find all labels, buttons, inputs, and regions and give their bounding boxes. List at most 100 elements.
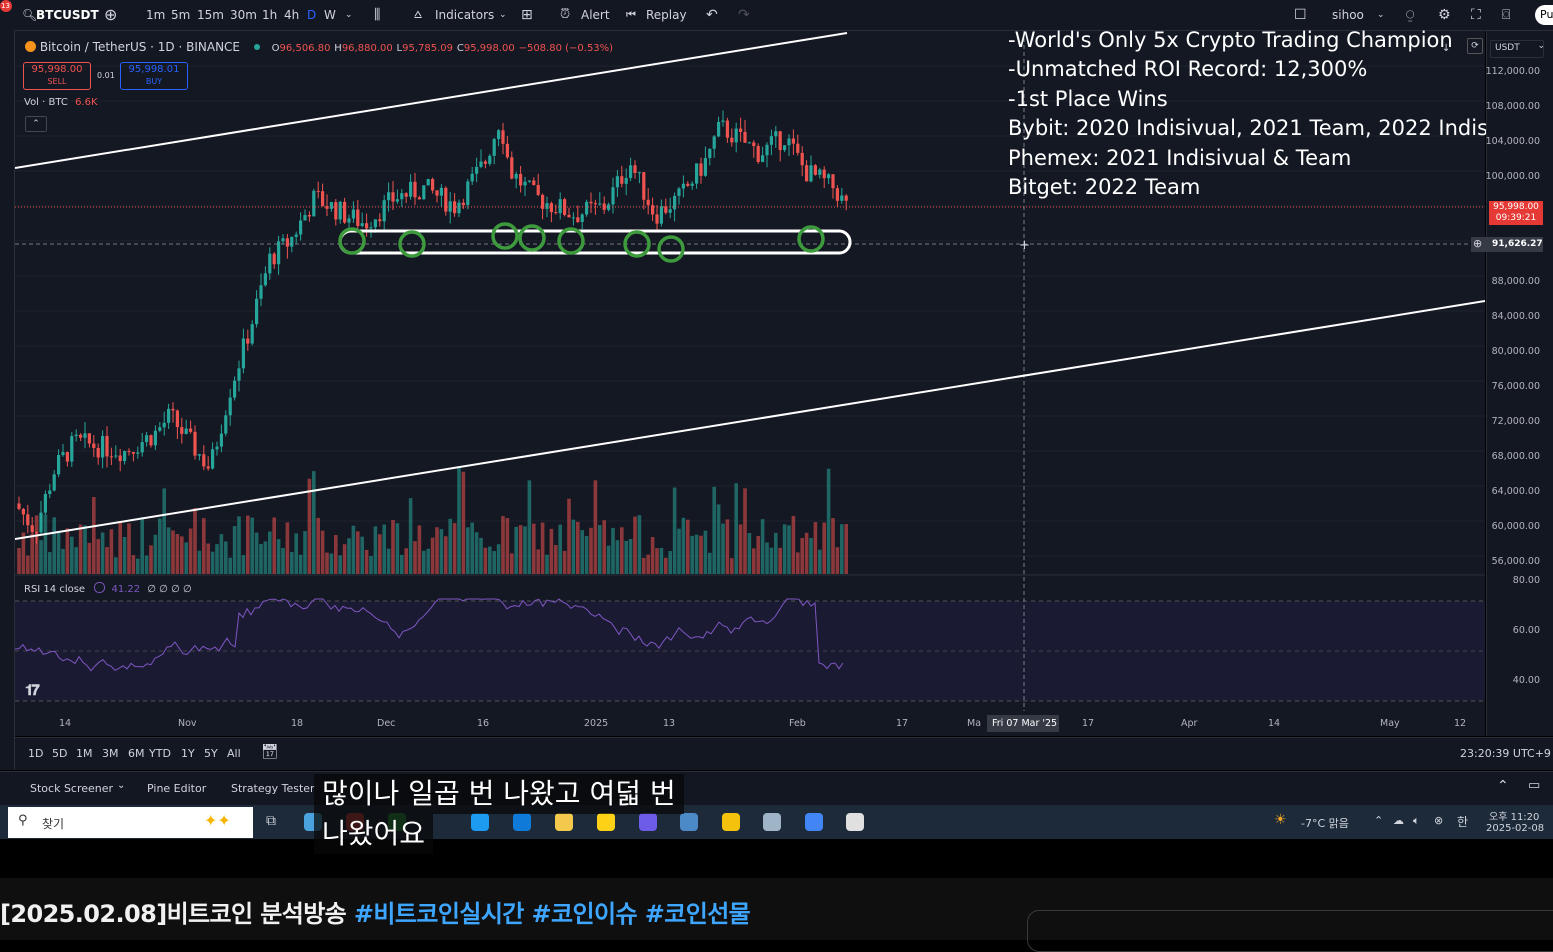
volume-bar bbox=[382, 524, 386, 574]
interval-d[interactable]: D bbox=[307, 0, 316, 30]
range-button[interactable]: 1D bbox=[28, 747, 43, 760]
volume-bar bbox=[17, 548, 21, 574]
collapse-panel-icon[interactable]: ⌃ bbox=[1497, 778, 1509, 794]
volume-bar bbox=[642, 557, 646, 574]
weather-text[interactable]: -7°C 맑음 bbox=[1301, 815, 1349, 831]
range-button[interactable]: 5Y bbox=[204, 747, 218, 760]
volume-bar bbox=[694, 534, 699, 574]
tray-chevron-icon[interactable]: ⌃ bbox=[1374, 814, 1383, 827]
price-tick: 112,000.00 bbox=[1485, 66, 1540, 77]
candle-body bbox=[668, 209, 672, 213]
volume-bar bbox=[505, 518, 510, 574]
range-button[interactable]: 3M bbox=[102, 747, 119, 760]
maximize-panel-icon[interactable]: ▭ bbox=[1528, 778, 1540, 793]
interval-w[interactable]: W bbox=[324, 0, 336, 30]
tab-strategy-tester[interactable]: Strategy Tester bbox=[231, 782, 315, 795]
volume-bar bbox=[87, 542, 92, 574]
volume-bar bbox=[303, 531, 307, 574]
scroll-down-icon[interactable]: ↓ bbox=[1442, 43, 1450, 54]
collapse-legend-icon[interactable]: ⌃ bbox=[25, 116, 47, 132]
range-button[interactable]: All bbox=[227, 747, 241, 760]
tab-stock-screener[interactable]: Stock Screener bbox=[30, 782, 113, 795]
chevron-down-icon[interactable]: ⌄ bbox=[117, 780, 125, 791]
add-symbol-icon[interactable]: ⊕ bbox=[104, 0, 117, 30]
price-axis[interactable]: USDT ⌄ 112,000.00 108,000.00 104,000.00 100… bbox=[1471, 31, 1553, 736]
range-button[interactable]: YTD bbox=[149, 747, 171, 760]
volume-bar bbox=[118, 521, 122, 574]
rsi-label[interactable]: RSI 14 close bbox=[24, 584, 85, 595]
interval-1h[interactable]: 1h bbox=[262, 0, 277, 30]
interval-15m[interactable]: 15m bbox=[197, 0, 224, 30]
candle-body bbox=[48, 490, 52, 494]
price-tick: 88,000.00 bbox=[1491, 276, 1540, 287]
candle-body bbox=[783, 145, 787, 151]
video-hashtags[interactable]: #비트코인실시간 #코인이슈 #코인선물 bbox=[354, 900, 751, 928]
range-button[interactable]: 1Y bbox=[181, 747, 195, 760]
symbol-title[interactable]: Bitcoin / TetherUS · 1D · BINANCE bbox=[40, 40, 240, 54]
video-title: [2025.02.08]비트코인 분석방송 #비트코인실시간 #코인이슈 #코인… bbox=[0, 894, 751, 929]
volume-bar bbox=[435, 527, 439, 574]
taskbar-date[interactable]: 2025-02-08 bbox=[1486, 823, 1544, 834]
candle-body bbox=[96, 447, 100, 458]
replay-button[interactable]: Replay bbox=[646, 0, 687, 30]
candle-body bbox=[237, 368, 241, 381]
volume-bar bbox=[699, 535, 703, 574]
interval-4h[interactable]: 4h bbox=[284, 0, 299, 30]
close-circle-icon[interactable]: ⊗ bbox=[1434, 814, 1443, 827]
candles-icon[interactable]: ⫼ bbox=[374, 0, 380, 30]
candle-body bbox=[413, 181, 417, 198]
interval-30m[interactable]: 30m bbox=[230, 0, 257, 30]
redo-icon[interactable]: ↷ bbox=[738, 0, 750, 30]
range-button[interactable]: 5D bbox=[52, 747, 67, 760]
symbol-search[interactable]: BTCUSDT bbox=[36, 0, 99, 30]
taskbar-search[interactable]: ⚲ 찾기 ✦✦ bbox=[8, 807, 253, 838]
chevron-down-icon[interactable]: ⌄ bbox=[345, 0, 353, 30]
volume-bar bbox=[576, 521, 580, 574]
crosshair-cursor-icon: + bbox=[1019, 238, 1030, 253]
chevron-down-icon[interactable]: ⌄ bbox=[499, 0, 507, 30]
search-icon[interactable]: 🔍︎ bbox=[22, 0, 37, 30]
time-tick: 18 bbox=[291, 718, 304, 729]
sell-price: 95,998.00 bbox=[31, 64, 83, 75]
sell-button[interactable]: 95,998.00 SELL bbox=[23, 62, 91, 90]
maximize-pane-icon[interactable]: ⟳ bbox=[1467, 38, 1483, 54]
candle-body bbox=[787, 138, 791, 146]
candle-body bbox=[585, 201, 589, 215]
range-button[interactable]: 6M bbox=[128, 747, 145, 760]
interval-1m[interactable]: 1m bbox=[146, 0, 165, 30]
candle-body bbox=[114, 455, 118, 457]
taskbar-time[interactable]: 오후 11:20 bbox=[1489, 808, 1539, 823]
drawing-toolbar[interactable] bbox=[0, 30, 15, 770]
task-view-icon[interactable]: ⧉ bbox=[266, 813, 276, 829]
chart-pane[interactable]: + Bitcoin / TetherUS · 1D · BINANCE O96,… bbox=[15, 28, 1553, 736]
rsi-extra-values: ∅ ∅ ∅ ∅ bbox=[147, 584, 192, 595]
publish-button[interactable]: Pu bbox=[1535, 5, 1553, 25]
indicators-button[interactable]: Indicators bbox=[435, 0, 494, 30]
volume-bar bbox=[514, 526, 518, 574]
volume-icon[interactable]: 🔈︎ bbox=[1413, 814, 1420, 828]
ime-icon[interactable]: 한 bbox=[1457, 813, 1468, 830]
alert-button[interactable]: Alert bbox=[581, 0, 610, 30]
layout-icon[interactable]: ⊞ bbox=[521, 0, 533, 30]
volume-bar bbox=[254, 532, 259, 574]
candle-body bbox=[233, 380, 237, 398]
candle-body bbox=[184, 428, 188, 434]
notification-badge[interactable]: 13 bbox=[0, 0, 12, 12]
calendar-icon[interactable]: 📅︎ bbox=[261, 744, 279, 760]
clock[interactable]: 23:20:39 UTC+9 bbox=[1460, 747, 1551, 760]
volume-bar bbox=[677, 528, 681, 574]
volume-bar bbox=[633, 516, 637, 574]
candle-body bbox=[400, 193, 404, 200]
candle-body bbox=[404, 193, 408, 197]
range-button[interactable]: 1M bbox=[76, 747, 93, 760]
volume-bar bbox=[215, 544, 219, 574]
undo-icon[interactable]: ↶ bbox=[706, 0, 718, 30]
volume-bar bbox=[734, 483, 738, 574]
interval-5m[interactable]: 5m bbox=[171, 0, 190, 30]
currency-selector[interactable]: USDT ⌄ bbox=[1490, 40, 1545, 58]
cloud-icon[interactable]: ☁ bbox=[1393, 814, 1404, 827]
tab-pine-editor[interactable]: Pine Editor bbox=[147, 782, 206, 795]
plus-circle-icon[interactable]: ⊕ bbox=[1473, 237, 1482, 250]
time-axis[interactable]: 14 Nov 18 Dec 16 2025 13 Feb 17 Ma 17 Apr 14 May 12 bbox=[15, 711, 1485, 736]
buy-button[interactable]: 95,998.01 BUY bbox=[120, 62, 188, 90]
